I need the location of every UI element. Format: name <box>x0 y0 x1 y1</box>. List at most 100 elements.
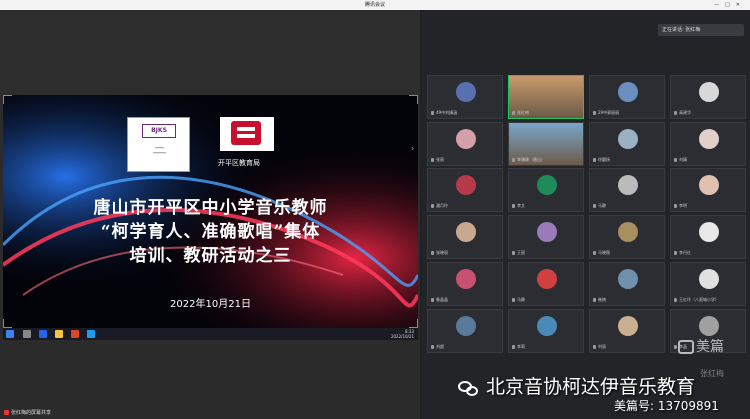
participant-name-label: 刘婧 <box>679 157 687 162</box>
participant-tile[interactable]: 李明 <box>670 168 746 212</box>
participant-tile[interactable]: 刘超 <box>427 309 503 353</box>
participant-tile[interactable]: 高建华 <box>670 75 746 119</box>
active-speaker-banner: 正在讲话: 张红梅 <box>658 24 744 36</box>
avatar <box>537 222 557 242</box>
participant-tile[interactable]: 李丹红 <box>670 215 746 259</box>
participant-tile[interactable]: 鲁晶晶 <box>427 262 503 306</box>
app-watermark: 美篇 <box>678 336 724 356</box>
avatar <box>618 269 638 289</box>
mic-icon <box>431 298 434 302</box>
speaker-label: 正在讲话: 张红梅 <box>662 27 701 33</box>
participant-tile[interactable]: 49中刘婧涵 <box>427 75 503 119</box>
avatar <box>456 222 476 242</box>
association-logo: BJKS ━━━━━ ━━━━━━━ <box>127 117 190 172</box>
participant-name: 马静 <box>512 297 525 303</box>
meipian-logo-icon <box>678 340 694 354</box>
window-title: 腾讯会议 <box>364 2 385 8</box>
org-label: 开平区教育局 <box>218 159 260 167</box>
participant-tile[interactable]: 李莉 <box>508 309 584 353</box>
mic-icon <box>431 204 434 208</box>
brand-name: 北京音协柯达伊音乐教育 <box>458 372 695 399</box>
participant-tile[interactable]: 马静 <box>589 168 665 212</box>
participant-name-label: 鲁晶晶 <box>436 297 448 302</box>
folder-icon <box>55 330 63 338</box>
avatar <box>618 222 638 242</box>
focus-corner <box>3 319 12 328</box>
mic-icon <box>593 111 596 115</box>
screen-share-status[interactable]: 张红梅的屏幕共享 <box>4 409 51 416</box>
participant-tile[interactable]: 李艾 <box>508 168 584 212</box>
participant-tile[interactable]: 张红梅 <box>508 75 584 119</box>
slide-date: 2022年10月21日 <box>170 299 251 310</box>
avatar <box>456 129 476 149</box>
avatar <box>537 175 557 195</box>
avatar <box>456 175 476 195</box>
participant-tile[interactable]: 29中郭丽丽 <box>589 75 665 119</box>
participant-name-label: 张丽 <box>436 157 444 162</box>
participant-tile[interactable]: 潘月玲 <box>427 168 503 212</box>
slide-title-line-1: 唐山市开平区中小学音乐教师 <box>93 198 328 218</box>
mic-icon <box>431 158 434 162</box>
avatar <box>699 269 719 289</box>
windows-start-icon <box>6 330 14 338</box>
participant-tile[interactable]: 刘婧 <box>670 122 746 166</box>
participant-name-label: 29中郭丽丽 <box>598 110 620 115</box>
participant-tile[interactable]: 徐圆扬 <box>589 122 665 166</box>
participant-tile[interactable]: 王红玲（八面城小学） <box>670 262 746 306</box>
participant-name: 李丹红 <box>674 250 691 256</box>
participant-name: 李艾 <box>512 203 525 209</box>
participant-name: 李明 <box>674 203 687 209</box>
shared-taskbar: 8:33 2022/10/21 <box>3 328 418 340</box>
participant-name: 王红玲（八面城小学） <box>674 297 719 303</box>
participant-name-label: 张红梅 <box>517 110 529 115</box>
participant-name: 崔楠 <box>593 297 606 303</box>
participant-name-label: 李丹红 <box>679 250 691 255</box>
brand-number: 美篇号: 13709891 <box>614 399 719 413</box>
participant-name-label: 高建华 <box>679 110 691 115</box>
mic-icon <box>593 204 596 208</box>
participant-tile[interactable]: 王丽 <box>508 215 584 259</box>
participant-name-label: 潘月玲 <box>436 203 448 208</box>
participant-tile[interactable]: 李珊珊（唐山） <box>508 122 584 166</box>
participant-tile[interactable]: 马静 <box>508 262 584 306</box>
system-tray-clock: 8:33 2022/10/21 <box>391 329 414 339</box>
participant-name: 刘超 <box>431 344 444 350</box>
participant-tile[interactable]: 崔楠 <box>589 262 665 306</box>
tencent-meeting-icon <box>39 330 47 338</box>
author-watermark: 张红梅 <box>700 369 724 378</box>
participant-name-label: 李莉 <box>517 344 525 349</box>
participant-grid: 正在讲话: 张红梅 49中刘婧涵 张红梅 29中郭丽丽 高建华 张丽 李珊珊（唐山） 徐圆扬… <box>422 10 750 419</box>
participant-name: 刘婧 <box>674 157 687 163</box>
mic-icon <box>512 345 515 349</box>
mic-icon <box>674 204 677 208</box>
avatar <box>699 316 719 336</box>
mic-icon <box>674 345 677 349</box>
mic-icon <box>593 251 596 255</box>
participant-tile[interactable]: 张丽 <box>427 122 503 166</box>
logo-caption: ━━━━━ ━━━━━━━ <box>153 146 166 155</box>
participant-name: 高建华 <box>674 110 691 116</box>
participant-name-label: 刘丽 <box>598 344 606 349</box>
logo-mark: BJKS <box>142 124 176 138</box>
participant-name: 49中刘婧涵 <box>431 110 457 116</box>
participant-name: 张晓丽 <box>431 250 448 256</box>
avatar <box>618 129 638 149</box>
participant-name: 潘月玲 <box>431 203 448 209</box>
mic-icon <box>512 111 515 115</box>
mic-icon <box>674 298 677 302</box>
participant-tile[interactable]: 刘丽 <box>589 309 665 353</box>
window-controls[interactable]: —□✕ <box>714 0 746 10</box>
participant-name-label: 李珊珊（唐山） <box>517 157 545 162</box>
search-icon <box>23 330 31 338</box>
avatar <box>456 82 476 102</box>
chevron-right-icon[interactable]: › <box>411 144 420 156</box>
participant-name-label: 49中刘婧涵 <box>436 110 458 115</box>
participant-tile[interactable]: 马晓薇 <box>589 215 665 259</box>
mic-icon <box>431 111 434 115</box>
mic-icon <box>674 251 677 255</box>
screen-share-area: BJKS ━━━━━ ━━━━━━━ 开平区教育局 唐山市开平区中小学音乐教师 “… <box>0 10 420 419</box>
participant-name: 29中郭丽丽 <box>593 110 619 116</box>
participant-name-label: 王丽 <box>517 250 525 255</box>
participant-tile[interactable]: 张晓丽 <box>427 215 503 259</box>
participant-name: 马静 <box>593 203 606 209</box>
